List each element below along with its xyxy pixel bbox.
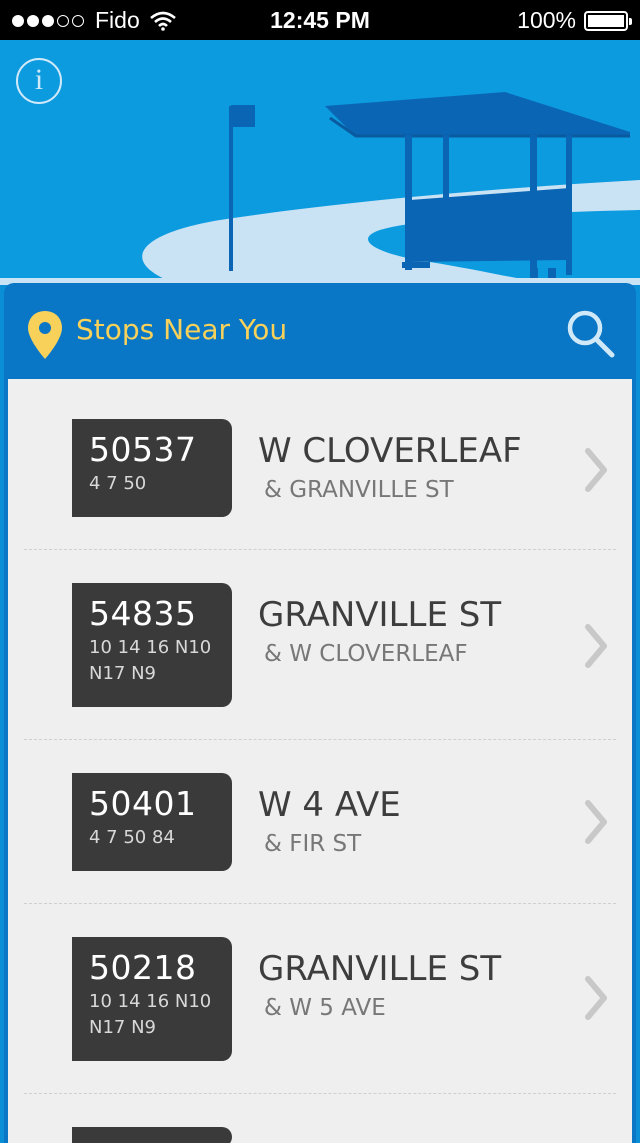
stop-badge (72, 1127, 232, 1143)
divider (24, 1093, 616, 1094)
stop-row[interactable]: 54835 10 14 16 N10 N17 N9 GRANVILLE ST &… (8, 583, 632, 713)
stop-row[interactable] (8, 1127, 632, 1143)
stop-cross-street: & FIR ST (264, 831, 362, 857)
stop-row[interactable]: 50218 10 14 16 N10 N17 N9 GRANVILLE ST &… (8, 937, 632, 1067)
stops-card: Stops Near You 50537 4 7 50 W CLOVERLEAF… (4, 283, 636, 1143)
stop-badge: 54835 10 14 16 N10 N17 N9 (72, 583, 232, 707)
info-button[interactable]: i (16, 58, 62, 104)
stop-badge: 50401 4 7 50 84 (72, 773, 232, 871)
stop-cross-street: & W CLOVERLEAF (264, 641, 468, 667)
stop-street: W CLOVERLEAF (258, 431, 522, 471)
page-title: Stops Near You (76, 313, 288, 346)
stops-list: 50537 4 7 50 W CLOVERLEAF & GRANVILLE ST… (8, 379, 632, 1143)
stop-badge: 50537 4 7 50 (72, 419, 232, 517)
stop-routes: 10 14 16 N10 N17 N9 (89, 991, 212, 1038)
stop-code: 50218 (89, 948, 197, 987)
divider (24, 549, 616, 550)
stop-code: 50401 (89, 784, 197, 823)
chevron-right-icon (585, 624, 607, 668)
battery-area: 100% (517, 7, 632, 34)
search-icon[interactable] (564, 307, 616, 359)
chevron-right-icon (585, 448, 607, 492)
divider (24, 903, 616, 904)
stop-street: W 4 AVE (258, 785, 401, 825)
bus-stop-illustration (0, 40, 640, 285)
hero-illustration: i (0, 40, 640, 285)
battery-percent: 100% (517, 7, 576, 33)
stop-street: GRANVILLE ST (258, 949, 502, 989)
battery-icon (584, 10, 632, 31)
stop-badge: 50218 10 14 16 N10 N17 N9 (72, 937, 232, 1061)
stop-cross-street: & GRANVILLE ST (264, 477, 454, 503)
stop-code: 50537 (89, 430, 197, 469)
stop-row[interactable]: 50401 4 7 50 84 W 4 AVE & FIR ST (8, 773, 632, 873)
stop-cross-street: & W 5 AVE (264, 995, 386, 1021)
stop-routes: 4 7 50 (89, 473, 147, 494)
chevron-right-icon (585, 976, 607, 1020)
stop-street: GRANVILLE ST (258, 595, 502, 635)
stop-code: 54835 (89, 594, 197, 633)
stop-routes: 4 7 50 84 (89, 827, 175, 848)
stop-routes: 10 14 16 N10 N17 N9 (89, 637, 212, 684)
location-pin-icon (28, 311, 62, 359)
card-header: Stops Near You (4, 283, 636, 379)
status-bar: Fido 12:45 PM 100% (0, 0, 640, 40)
divider (24, 739, 616, 740)
stop-row[interactable]: 50537 4 7 50 W CLOVERLEAF & GRANVILLE ST (8, 419, 632, 539)
chevron-right-icon (585, 800, 607, 844)
